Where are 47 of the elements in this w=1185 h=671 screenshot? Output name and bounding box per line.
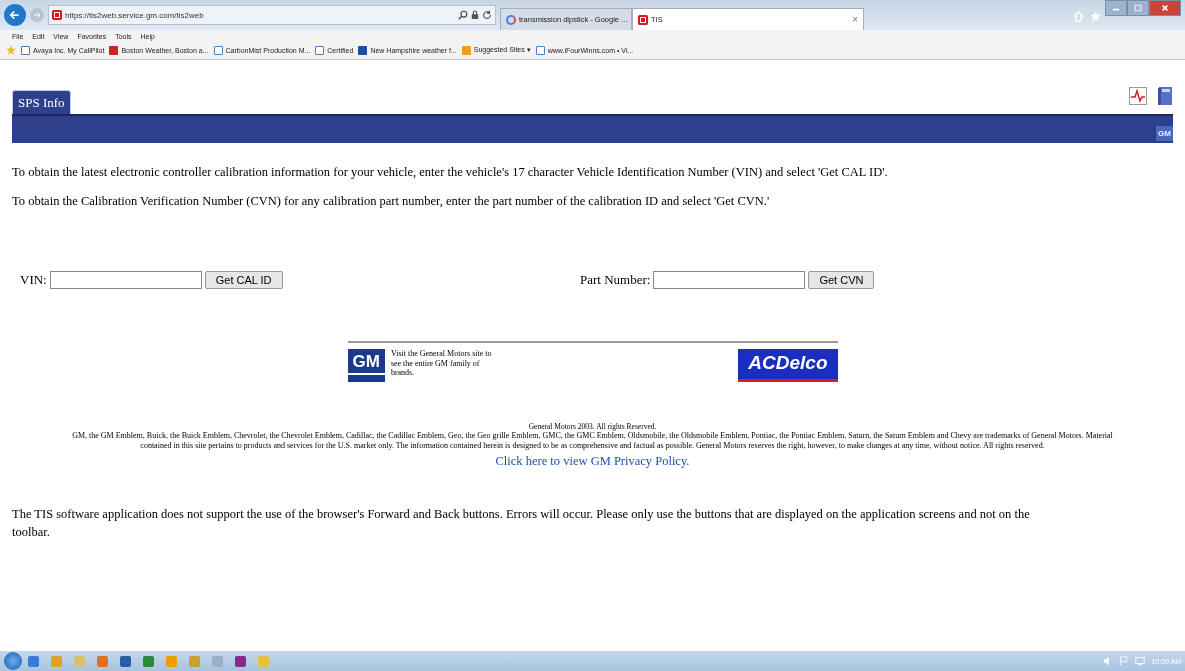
favorite-icon	[315, 45, 325, 55]
notice-text: The TIS software application does not support the use of the browser's Forward and Back buttons. Errors will occur. Please only use the buttons that are displayed on the application screens and not on the toolbar.	[12, 505, 1031, 541]
taskbar-app-icon[interactable]	[28, 655, 39, 667]
taskbar-app-icon[interactable]	[235, 655, 246, 667]
gm-logo[interactable]: GM	[347, 349, 385, 382]
promo-text: Visit the General Motors site to see the entire GM family of brands.	[390, 349, 493, 378]
minimize-button[interactable]	[1105, 0, 1127, 16]
back-button[interactable]	[4, 4, 26, 26]
acdelco-logo[interactable]: ACDelco	[738, 349, 838, 382]
gm-logo: GM	[1156, 126, 1173, 141]
app-tab[interactable]: SPS Info	[12, 90, 71, 114]
close-button[interactable]	[1149, 0, 1181, 16]
start-button[interactable]	[4, 652, 22, 670]
submit-button[interactable]: Get CAL ID	[204, 271, 283, 289]
forward-arrow-icon	[32, 10, 42, 20]
instruction-text: To obtain the latest electronic controller calibration information for your vehicle, enter the vehicle's 17 character Vehicle Identification Number (VIN) and select 'Get CAL ID'.	[12, 165, 889, 180]
lock-icon	[471, 10, 479, 20]
close-icon	[1161, 4, 1169, 12]
input-field[interactable]	[653, 271, 806, 289]
site-icon	[638, 14, 648, 25]
favorite-icon	[213, 45, 223, 55]
submit-button[interactable]: Get CVN	[808, 271, 875, 289]
close-tab-button[interactable]: ×	[852, 14, 858, 25]
privacy-link[interactable]: Click here to view GM Privacy Policy.	[12, 453, 1173, 469]
favorite-icon	[358, 45, 368, 55]
refresh-icon[interactable]	[482, 10, 492, 20]
address-bar[interactable]: https://tis2web.service.gm.com/tis2web	[48, 5, 496, 25]
search-icon[interactable]	[458, 10, 468, 20]
trademark-text: GM, the GM Emblem, Buick, the Buick Emblem, Chevrolet, the Chevrolet Emblem, Cadillac, the Cadillac Emblem, Geo, the Geo grille Emblem, GMC, the GMC Emblem, Oldsmobile, the Oldsmobile Emblem, Pontiac, the Pontiac Emblem, Saturn, the Saturn Emblem and Chevy are trademarks of General Motors. Material contained in this site pertains to products and services for the U.S. market only. The information contained herein is designed to be as comprehensive and factual as possible. General Motors reserves the right, however, to make changes at any time, without notice. All rights reserved.	[71, 431, 1114, 452]
maximize-button[interactable]	[1127, 0, 1149, 16]
input-field[interactable]	[49, 271, 202, 289]
taskbar-app-icon[interactable]	[97, 655, 108, 667]
url-text: https://tis2web.service.gm.com/tis2web	[65, 10, 205, 20]
favorite-icon	[535, 45, 545, 55]
taskbar-app-icon[interactable]	[120, 655, 131, 667]
field-label: Part Number:	[580, 272, 651, 288]
site-icon	[52, 10, 62, 20]
forward-button[interactable]	[30, 8, 44, 22]
favorite-icon	[461, 45, 471, 55]
instruction-text: To obtain the Calibration Verification Number (CVN) for any calibration part number, enter the part number of the calibration ID and select 'Get CVN.'	[12, 194, 771, 209]
field-label: VIN:	[20, 272, 47, 288]
taskbar-app-icon[interactable]	[143, 655, 154, 667]
maximize-icon	[1134, 4, 1142, 12]
favorite-icon	[109, 45, 119, 55]
back-arrow-icon	[8, 8, 22, 22]
google-icon	[506, 14, 516, 25]
favorite-icon	[21, 45, 30, 55]
